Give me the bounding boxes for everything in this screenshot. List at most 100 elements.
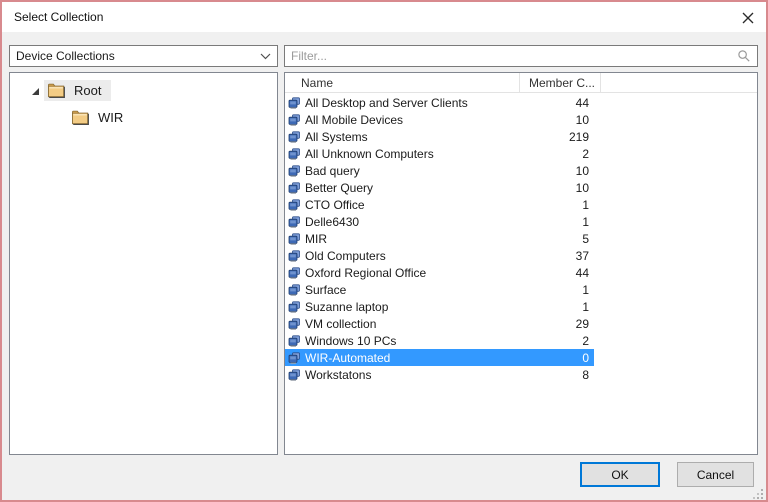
- collection-name: MIR: [305, 231, 327, 246]
- collection-name-cell: All Systems: [285, 130, 519, 144]
- device-collection-icon: [288, 96, 301, 109]
- ok-button[interactable]: OK: [580, 462, 660, 487]
- collection-type-dropdown[interactable]: Device Collections: [9, 45, 278, 67]
- column-header-name[interactable]: Name: [285, 76, 519, 90]
- collection-name: Oxford Regional Office: [305, 265, 427, 280]
- column-header-member-count[interactable]: Member C...: [519, 73, 601, 92]
- collection-name-cell: Surface: [285, 283, 519, 297]
- list-row[interactable]: WIR-Automated 0: [285, 349, 594, 366]
- collection-name-cell: All Mobile Devices: [285, 113, 519, 127]
- list-row[interactable]: Bad query 10: [285, 162, 594, 179]
- device-collection-icon: [288, 198, 301, 211]
- collection-name: Windows 10 PCs: [305, 333, 397, 348]
- collection-name-cell: CTO Office: [285, 198, 519, 212]
- collection-name-cell: Workstatons: [285, 368, 519, 382]
- device-collection-icon: [288, 147, 301, 160]
- list-row[interactable]: Oxford Regional Office 44: [285, 264, 594, 281]
- member-count: 1: [582, 299, 589, 314]
- list-row[interactable]: VM collection 29: [285, 315, 594, 332]
- close-button[interactable]: [739, 9, 757, 27]
- cancel-button[interactable]: Cancel: [677, 462, 754, 487]
- list-row[interactable]: MIR 5: [285, 230, 594, 247]
- collection-name-cell: Suzanne laptop: [285, 300, 519, 314]
- collections-list: Name Member C... All Desktop and Server …: [284, 72, 758, 455]
- tree-item-selection: Root: [44, 80, 112, 101]
- member-count: 8: [582, 367, 589, 382]
- list-row[interactable]: All Systems 219: [285, 128, 594, 145]
- chevron-down-icon: [260, 49, 271, 63]
- member-count: 10: [575, 112, 589, 127]
- tree-item-label: WIR: [98, 110, 124, 125]
- device-collection-icon: [288, 317, 301, 330]
- title-bar: Select Collection: [2, 2, 766, 32]
- tree-item[interactable]: WIR: [10, 104, 277, 131]
- list-row[interactable]: Better Query 10: [285, 179, 594, 196]
- member-count: 0: [582, 350, 589, 365]
- device-collection-icon: [288, 368, 301, 381]
- collection-name: WIR-Automated: [305, 350, 391, 365]
- collection-name: All Unknown Computers: [305, 146, 434, 161]
- filter-input[interactable]: [285, 49, 737, 63]
- device-collection-icon: [288, 266, 301, 279]
- search-icon: [737, 49, 751, 63]
- device-collection-icon: [288, 249, 301, 262]
- member-count: 5: [582, 231, 589, 246]
- list-header: Name Member C...: [285, 73, 757, 93]
- member-count: 37: [575, 248, 589, 263]
- list-row[interactable]: Delle6430 1: [285, 213, 594, 230]
- device-collection-icon: [288, 181, 301, 194]
- expanded-caret-icon[interactable]: [26, 86, 44, 96]
- tree-item[interactable]: Root: [10, 77, 277, 104]
- device-collection-icon: [288, 164, 301, 177]
- list-row[interactable]: Workstatons 8: [285, 366, 594, 383]
- list-row[interactable]: All Mobile Devices 10: [285, 111, 594, 128]
- tree-item-label: Root: [74, 83, 102, 98]
- device-collection-icon: [288, 334, 301, 347]
- collection-name-cell: MIR: [285, 232, 519, 246]
- device-collection-icon: [288, 215, 301, 228]
- list-row[interactable]: Suzanne laptop 1: [285, 298, 594, 315]
- dialog-title: Select Collection: [14, 10, 104, 24]
- list-row[interactable]: Windows 10 PCs 2: [285, 332, 594, 349]
- list-row[interactable]: CTO Office 1: [285, 196, 594, 213]
- device-collection-icon: [288, 283, 301, 296]
- collection-name: Better Query: [305, 180, 374, 195]
- list-row[interactable]: Old Computers 37: [285, 247, 594, 264]
- collection-name-cell: WIR-Automated: [285, 351, 519, 365]
- member-count: 2: [582, 146, 589, 161]
- collections-tree: Root WIR: [9, 72, 278, 455]
- collection-name-cell: Better Query: [285, 181, 519, 195]
- collection-name: Delle6430: [305, 214, 360, 229]
- member-count: 10: [575, 180, 589, 195]
- close-icon: [742, 12, 754, 24]
- collection-name: Bad query: [305, 163, 360, 178]
- list-rows: All Desktop and Server Clients 44 All Mobi…: [285, 94, 757, 454]
- collection-name-cell: Windows 10 PCs: [285, 334, 519, 348]
- member-count: 2: [582, 333, 589, 348]
- filter-box: [284, 45, 758, 67]
- member-count: 1: [582, 282, 589, 297]
- device-collection-icon: [288, 351, 301, 364]
- member-count: 10: [575, 163, 589, 178]
- collection-name: Old Computers: [305, 248, 386, 263]
- collection-name: All Systems: [305, 129, 368, 144]
- tree-item-selection: WIR: [68, 107, 133, 128]
- collection-name-cell: Bad query: [285, 164, 519, 178]
- collection-name: VM collection: [305, 316, 377, 331]
- list-row[interactable]: All Desktop and Server Clients 44: [285, 94, 594, 111]
- collection-name-cell: Old Computers: [285, 249, 519, 263]
- list-row[interactable]: Surface 1: [285, 281, 594, 298]
- list-row[interactable]: All Unknown Computers 2: [285, 145, 594, 162]
- resize-grip[interactable]: [753, 487, 764, 499]
- member-count: 1: [582, 214, 589, 229]
- member-count: 44: [575, 95, 589, 110]
- device-collection-icon: [288, 130, 301, 143]
- collection-name-cell: Delle6430: [285, 215, 519, 229]
- collection-type-value: Device Collections: [16, 49, 115, 63]
- device-collection-icon: [288, 300, 301, 313]
- device-collection-icon: [288, 232, 301, 245]
